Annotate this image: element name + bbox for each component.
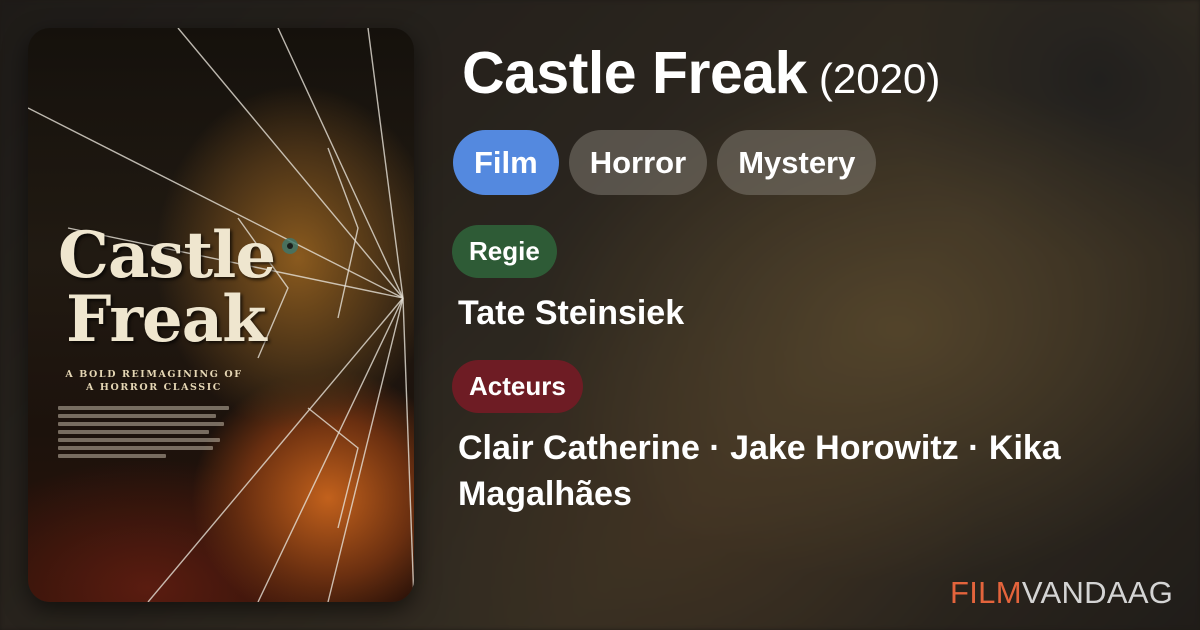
poster-title-line1: Castle [58, 218, 276, 293]
brand-logo-part2: VANDAAG [1021, 575, 1174, 610]
director-label: Regie [452, 225, 557, 278]
poster-tagline: A BOLD REIMAGINING OF A HORROR CLASSIC [65, 369, 243, 393]
cast-names: Clair Catherine · Jake Horowitz · Kika M… [458, 429, 1061, 513]
tag-film[interactable]: Film [453, 130, 559, 195]
brand-logo: FILMVANDAAG [950, 575, 1173, 611]
brand-logo-part1: FILM [950, 575, 1022, 610]
genre-tags: Film Horror Mystery [453, 130, 877, 195]
poster-title-line2: Freak [66, 282, 267, 357]
poster-credits-block [58, 406, 238, 458]
movie-year: (2020) [818, 55, 941, 102]
cast-label: Acteurs [452, 360, 583, 413]
page-title: Castle Freak (2020) [462, 40, 940, 112]
poster-title: Castle Freak [58, 218, 276, 357]
movie-poster: Castle Freak A BOLD REIMAGINING OF A HOR… [28, 28, 414, 602]
tag-mystery[interactable]: Mystery [717, 130, 877, 195]
director-name: Tate Steinsiek [458, 294, 685, 332]
movie-title: Castle Freak [462, 40, 807, 106]
tag-horror[interactable]: Horror [568, 130, 708, 195]
